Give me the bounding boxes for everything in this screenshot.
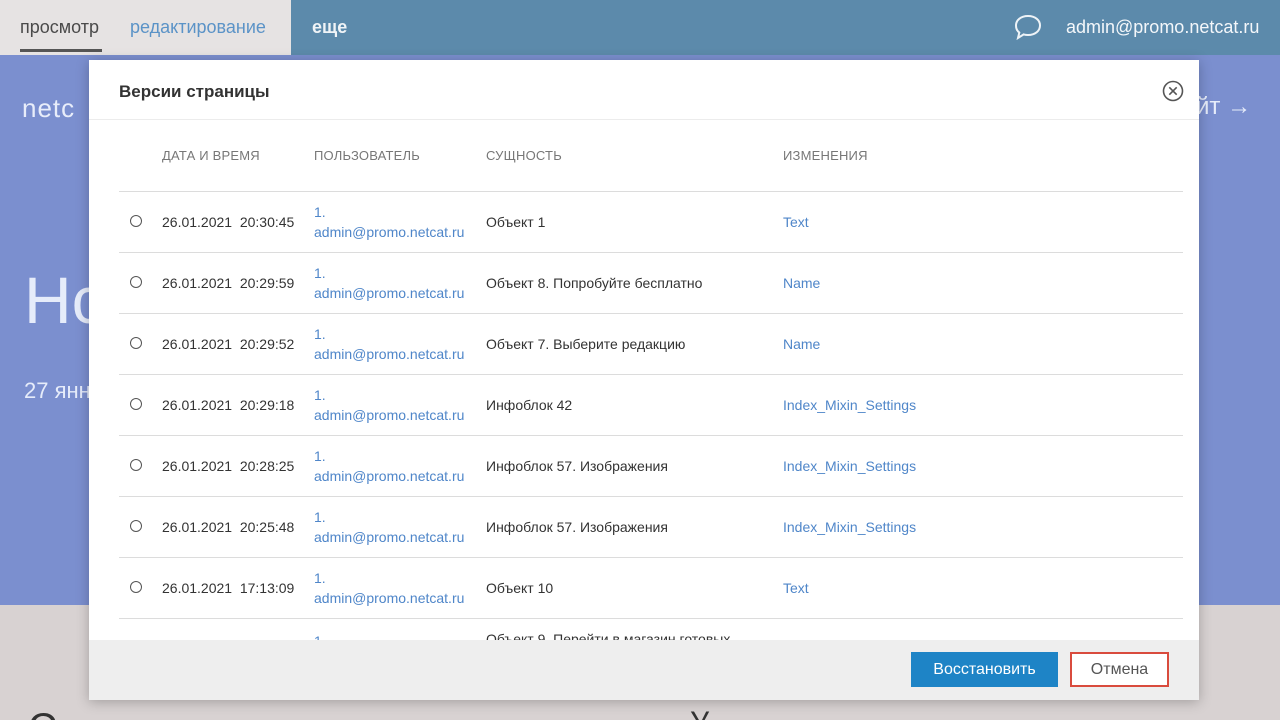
page-versions-dialog: Версии страницы ДАТА И ВРЕМЯ ПОЛЬЗОВАТЕЛ… — [89, 60, 1199, 700]
row-changes: Index_Mixin_Settings — [783, 435, 1183, 497]
row-datetime: 26.01.2021 20:28:25 — [162, 435, 314, 497]
header-datetime: ДАТА И ВРЕМЯ — [162, 120, 314, 192]
row-entity: Инфоблок 57. Изображения — [486, 496, 783, 558]
active-tab-indicator — [20, 49, 102, 52]
user-email-link[interactable]: admin@promo.netcat.ru — [314, 588, 486, 608]
cancel-button[interactable]: Отмена — [1070, 652, 1169, 687]
version-radio[interactable] — [130, 459, 142, 471]
user-email-link[interactable]: admin@promo.netcat.ru — [314, 405, 486, 425]
row-changes: Text — [783, 191, 1183, 253]
version-radio[interactable] — [130, 337, 142, 349]
close-icon[interactable] — [1162, 80, 1184, 102]
row-entity: Объект 1 — [486, 191, 783, 253]
dialog-title: Версии страницы — [119, 82, 270, 101]
row-user: 1. admin@promo.netcat.ru — [314, 313, 486, 375]
chat-icon[interactable] — [1013, 13, 1043, 41]
user-email-link[interactable]: admin@promo.netcat.ru — [314, 283, 486, 303]
row-datetime: 26.01.2021 17:13:09 — [162, 557, 314, 619]
row-entity: Объект 8. Попробуйте бесплатно — [486, 252, 783, 314]
table-row[interactable]: 26.01.2021 20:30:45 1. admin@promo.netcat… — [119, 191, 1183, 253]
row-user: 1. — [314, 618, 486, 640]
table-row[interactable]: 26.01.2021 17:13:09 1. admin@promo.netcat… — [119, 557, 1183, 619]
row-user: 1. admin@promo.netcat.ru — [314, 191, 486, 253]
header-user: ПОЛЬЗОВАТЕЛЬ — [314, 120, 486, 192]
row-changes: Index_Mixin_Settings — [783, 374, 1183, 436]
user-id-link[interactable]: 1. — [314, 385, 486, 405]
row-user: 1. admin@promo.netcat.ru — [314, 435, 486, 497]
version-radio[interactable] — [130, 520, 142, 532]
table-row[interactable]: 26.01.2021 20:29:52 1. admin@promo.netcat… — [119, 313, 1183, 375]
row-user: 1. admin@promo.netcat.ru — [314, 374, 486, 436]
changes-link[interactable]: Text — [783, 214, 809, 230]
tab-edit-label: редактирование — [130, 17, 266, 37]
version-radio[interactable] — [130, 581, 142, 593]
row-changes: Text — [783, 557, 1183, 619]
changes-link[interactable]: Index_Mixin_Settings — [783, 519, 916, 535]
row-datetime — [162, 618, 314, 640]
row-user: 1. admin@promo.netcat.ru — [314, 252, 486, 314]
row-user: 1. admin@promo.netcat.ru — [314, 496, 486, 558]
row-entity: Объект 9. Перейти в магазин готовых — [486, 618, 783, 640]
user-email-link[interactable]: admin@promo.netcat.ru — [314, 222, 486, 242]
row-changes — [783, 618, 1183, 640]
tab-view[interactable]: просмотр — [0, 0, 115, 55]
versions-table: ДАТА И ВРЕМЯ ПОЛЬЗОВАТЕЛЬ СУЩНОСТЬ ИЗМЕН… — [119, 120, 1183, 640]
tab-view-label: просмотр — [20, 17, 100, 37]
dialog-header: Версии страницы — [89, 60, 1199, 120]
header-entity: СУЩНОСТЬ — [486, 120, 783, 192]
row-entity: Инфоблок 42 — [486, 374, 783, 436]
row-entity: Объект 7. Выберите редакцию — [486, 313, 783, 375]
site-logo: netc — [22, 93, 76, 123]
row-changes: Name — [783, 252, 1183, 314]
header-select — [119, 120, 162, 192]
header-changes: ИЗМЕНЕНИЯ — [783, 120, 1183, 192]
row-user: 1. admin@promo.netcat.ru — [314, 557, 486, 619]
user-email[interactable]: admin@promo.netcat.ru — [1066, 17, 1259, 38]
user-email-link[interactable]: admin@promo.netcat.ru — [314, 527, 486, 547]
tab-edit[interactable]: редактирование — [115, 0, 291, 55]
site-link: йт → — [1196, 93, 1252, 120]
row-entity: Инфоблок 57. Изображения — [486, 435, 783, 497]
row-datetime: 26.01.2021 20:29:52 — [162, 313, 314, 375]
changes-link[interactable]: Index_Mixin_Settings — [783, 397, 916, 413]
table-row[interactable]: 26.01.2021 20:28:25 1. admin@promo.netcat… — [119, 435, 1183, 497]
row-datetime: 26.01.2021 20:25:48 — [162, 496, 314, 558]
user-id-link[interactable]: 1. — [314, 446, 486, 466]
user-id-link[interactable]: 1. — [314, 568, 486, 588]
user-id-link[interactable]: 1. — [314, 507, 486, 527]
user-id-link[interactable]: 1. — [314, 263, 486, 283]
user-id-link[interactable]: 1. — [314, 631, 486, 641]
changes-link[interactable]: Name — [783, 275, 820, 291]
user-email-link[interactable]: admin@promo.netcat.ru — [314, 466, 486, 486]
table-row[interactable]: 1. Объект 9. Перейти в магазин готовых — [119, 618, 1183, 640]
table-row[interactable]: 26.01.2021 20:29:18 1. admin@promo.netcat… — [119, 374, 1183, 436]
dialog-footer: Восстановить Отмена — [89, 640, 1199, 700]
changes-link[interactable]: Text — [783, 580, 809, 596]
hero-date: 27 янн — [24, 378, 91, 403]
below-heading-1: С — [28, 706, 57, 720]
restore-button[interactable]: Восстановить — [911, 652, 1058, 687]
versions-table-container[interactable]: ДАТА И ВРЕМЯ ПОЛЬЗОВАТЕЛЬ СУЩНОСТЬ ИЗМЕН… — [119, 120, 1183, 640]
row-changes: Index_Mixin_Settings — [783, 496, 1183, 558]
table-header-row: ДАТА И ВРЕМЯ ПОЛЬЗОВАТЕЛЬ СУЩНОСТЬ ИЗМЕН… — [119, 120, 1183, 192]
user-id-link[interactable]: 1. — [314, 324, 486, 344]
table-row[interactable]: 26.01.2021 20:25:48 1. admin@promo.netcat… — [119, 496, 1183, 558]
more-menu[interactable]: еще — [312, 17, 347, 38]
table-row[interactable]: 26.01.2021 20:29:59 1. admin@promo.netcat… — [119, 252, 1183, 314]
top-toolbar: просмотр редактирование еще admin@promo.… — [0, 0, 1280, 55]
version-radio[interactable] — [130, 215, 142, 227]
row-datetime: 26.01.2021 20:30:45 — [162, 191, 314, 253]
version-radio[interactable] — [130, 398, 142, 410]
row-changes: Name — [783, 313, 1183, 375]
user-email-link[interactable]: admin@promo.netcat.ru — [314, 344, 486, 364]
row-datetime: 26.01.2021 20:29:59 — [162, 252, 314, 314]
user-id-link[interactable]: 1. — [314, 202, 486, 222]
changes-link[interactable]: Index_Mixin_Settings — [783, 458, 916, 474]
version-radio[interactable] — [130, 276, 142, 288]
row-entity: Объект 10 — [486, 557, 783, 619]
below-heading-2: У — [690, 706, 709, 720]
changes-link[interactable]: Name — [783, 336, 820, 352]
row-datetime: 26.01.2021 20:29:18 — [162, 374, 314, 436]
